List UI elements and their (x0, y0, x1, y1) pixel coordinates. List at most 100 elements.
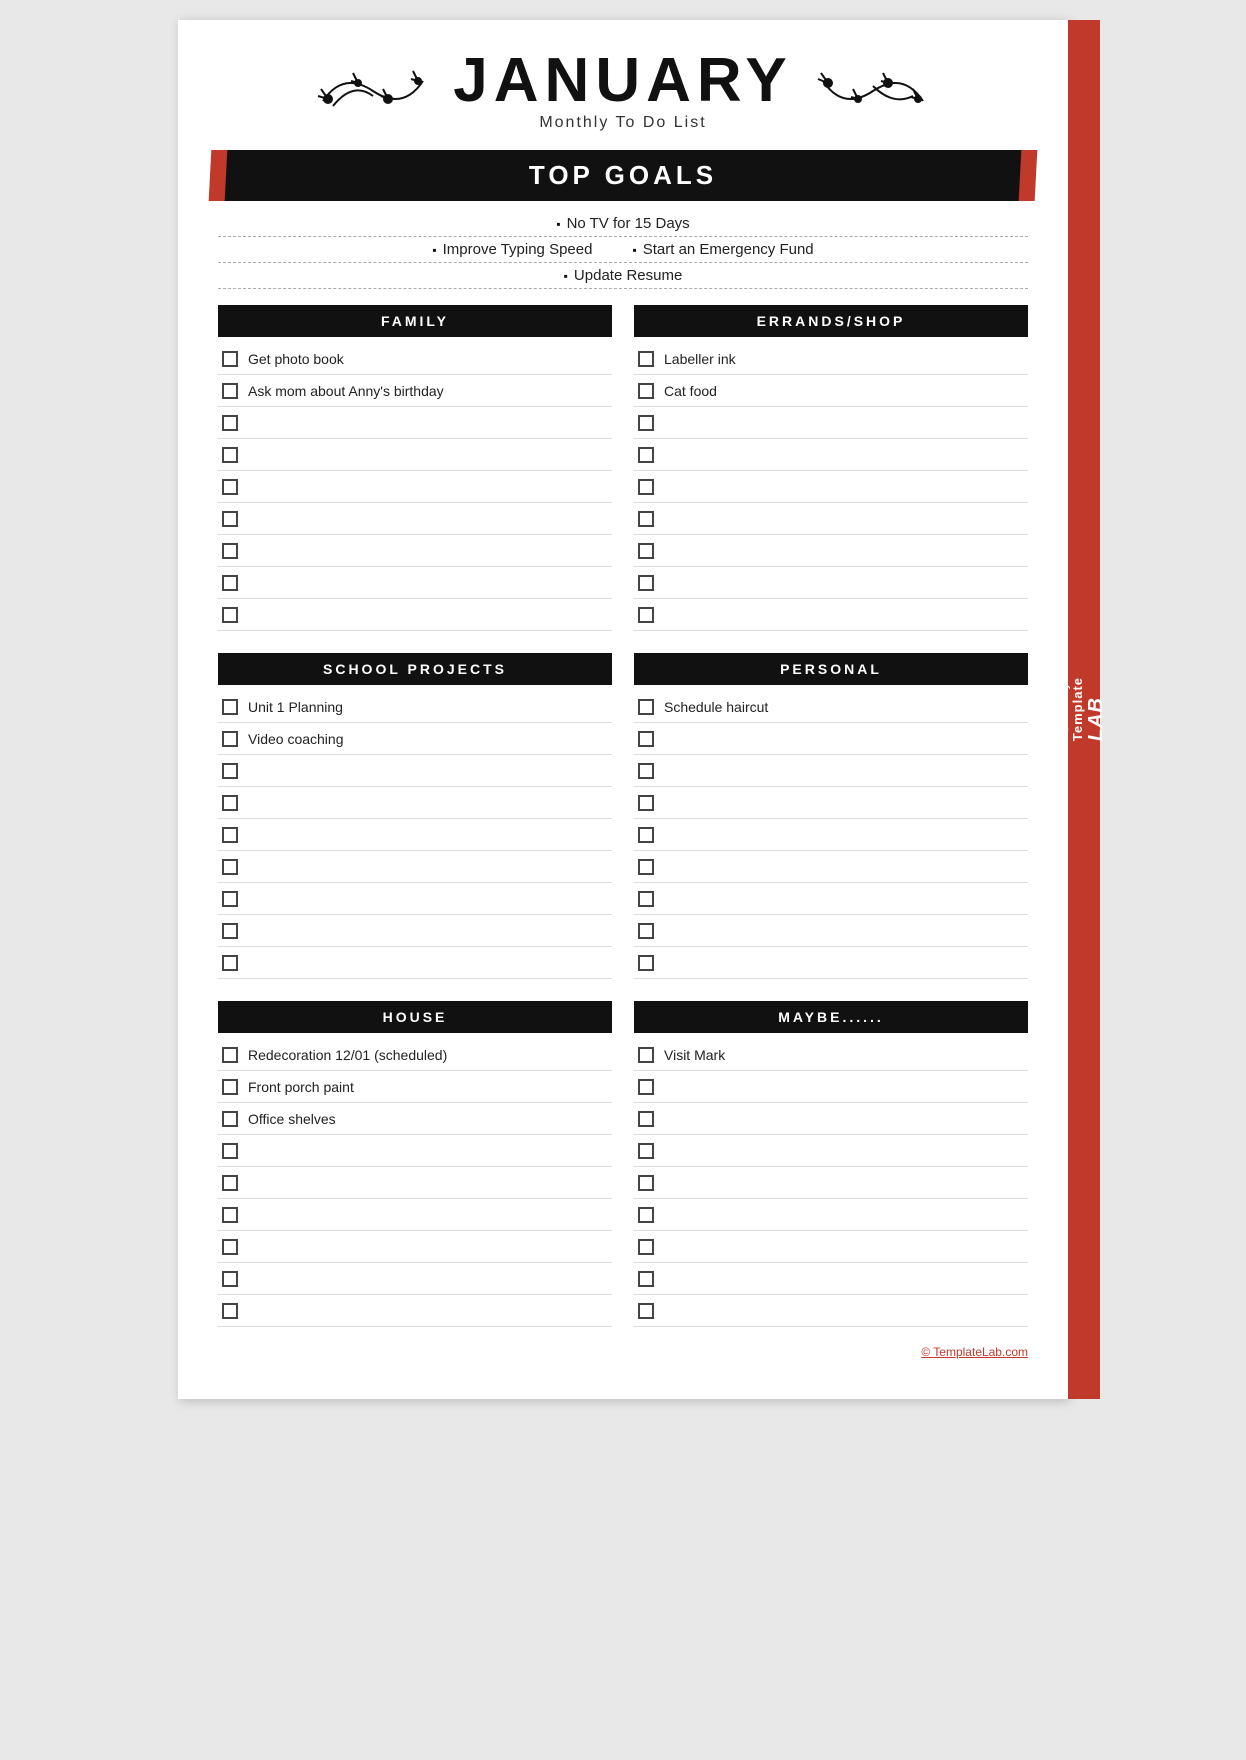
checkbox-icon[interactable] (222, 1079, 238, 1095)
checkbox-icon[interactable] (222, 1239, 238, 1255)
checkbox-icon[interactable] (638, 607, 654, 623)
check-item-label: Cat food (664, 383, 717, 399)
check-item (634, 439, 1028, 471)
check-item (218, 1199, 612, 1231)
checkbox-icon[interactable] (638, 479, 654, 495)
section-3-right: MAYBE...... Visit Mark (634, 1001, 1028, 1327)
checkbox-icon[interactable] (638, 1303, 654, 1319)
checkbox-icon[interactable] (638, 447, 654, 463)
header-deco: JANUARY Monthly To Do List (218, 50, 1028, 132)
checkbox-icon[interactable] (222, 351, 238, 367)
checkbox-icon[interactable] (638, 1271, 654, 1287)
check-item: Get photo book (218, 343, 612, 375)
checkbox-icon[interactable] (638, 891, 654, 907)
check-item (218, 947, 612, 979)
checkbox-icon[interactable] (222, 699, 238, 715)
section-header-personal: PERSONAL (634, 653, 1028, 685)
month-title: JANUARY (453, 50, 792, 112)
checkbox-icon[interactable] (222, 415, 238, 431)
checkbox-icon[interactable] (638, 1047, 654, 1063)
checkbox-icon[interactable] (638, 827, 654, 843)
top-goals-banner: TOP GOALS (218, 150, 1028, 201)
checkbox-icon[interactable] (222, 763, 238, 779)
checkbox-icon[interactable] (222, 383, 238, 399)
check-item (634, 599, 1028, 631)
bullet-icon: ▪ (564, 269, 568, 283)
section-header-errands-shop: ERRANDS/SHOP (634, 305, 1028, 337)
section-2-right: PERSONAL Schedule haircut (634, 653, 1028, 979)
check-item (634, 755, 1028, 787)
checkbox-icon[interactable] (222, 731, 238, 747)
check-item (218, 1135, 612, 1167)
checkbox-icon[interactable] (638, 415, 654, 431)
check-item (218, 819, 612, 851)
checkbox-icon[interactable] (222, 955, 238, 971)
section-header-family: FAMILY (218, 305, 612, 337)
checkbox-icon[interactable] (222, 1303, 238, 1319)
check-item (218, 851, 612, 883)
checkbox-icon[interactable] (222, 1271, 238, 1287)
checkbox-icon[interactable] (222, 891, 238, 907)
checkbox-icon[interactable] (222, 607, 238, 623)
checkbox-icon[interactable] (638, 923, 654, 939)
checkbox-icon[interactable] (222, 543, 238, 559)
checkbox-icon[interactable] (638, 1143, 654, 1159)
check-item (634, 1263, 1028, 1295)
checkbox-icon[interactable] (638, 1111, 654, 1127)
checkbox-icon[interactable] (222, 827, 238, 843)
check-item: Labeller ink (634, 343, 1028, 375)
check-item-label: Schedule haircut (664, 699, 768, 715)
check-item-label: Visit Mark (664, 1047, 725, 1063)
footer[interactable]: © TemplateLab.com (218, 1345, 1028, 1359)
check-item: Video coaching (218, 723, 612, 755)
checkbox-icon[interactable] (222, 1047, 238, 1063)
checkbox-icon[interactable] (638, 511, 654, 527)
checkbox-icon[interactable] (638, 859, 654, 875)
checkbox-icon[interactable] (222, 479, 238, 495)
check-item (218, 883, 612, 915)
checkbox-icon[interactable] (222, 1143, 238, 1159)
check-item (218, 439, 612, 471)
checkbox-icon[interactable] (222, 511, 238, 527)
checkbox-icon[interactable] (222, 1175, 238, 1191)
check-item (218, 471, 612, 503)
checkbox-icon[interactable] (638, 575, 654, 591)
section-2-left: SCHOOL PROJECTSUnit 1 PlanningVideo coac… (218, 653, 612, 979)
checkbox-icon[interactable] (638, 351, 654, 367)
checkbox-icon[interactable] (222, 1111, 238, 1127)
checkbox-icon[interactable] (638, 1079, 654, 1095)
check-item (634, 503, 1028, 535)
checkbox-icon[interactable] (638, 699, 654, 715)
check-item (218, 1263, 612, 1295)
checkbox-icon[interactable] (638, 383, 654, 399)
checkbox-icon[interactable] (222, 575, 238, 591)
checkbox-icon[interactable] (638, 1239, 654, 1255)
checkbox-icon[interactable] (638, 1207, 654, 1223)
goals-list: ▪ No TV for 15 Days ▪ Improve Typing Spe… (218, 211, 1028, 289)
check-item (218, 1167, 612, 1199)
check-item-label: Labeller ink (664, 351, 736, 367)
check-item (634, 723, 1028, 755)
checkbox-icon[interactable] (638, 955, 654, 971)
checkbox-icon[interactable] (638, 795, 654, 811)
checkbox-icon[interactable] (638, 763, 654, 779)
check-item: Visit Mark (634, 1039, 1028, 1071)
side-tab: ©2021 by Template LAB (1068, 20, 1100, 1399)
checkbox-icon[interactable] (222, 859, 238, 875)
section-1-left: FAMILYGet photo bookAsk mom about Anny's… (218, 305, 612, 631)
check-item (218, 787, 612, 819)
checkbox-icon[interactable] (638, 1175, 654, 1191)
check-item (634, 947, 1028, 979)
checkbox-icon[interactable] (638, 731, 654, 747)
checkbox-icon[interactable] (222, 923, 238, 939)
checkbox-icon[interactable] (222, 795, 238, 811)
checkbox-icon[interactable] (222, 447, 238, 463)
section-header-maybe......: MAYBE...... (634, 1001, 1028, 1033)
check-item: Cat food (634, 375, 1028, 407)
section-1-right: ERRANDS/SHOP Labeller ink Cat food (634, 305, 1028, 631)
checkbox-icon[interactable] (222, 1207, 238, 1223)
check-item (634, 851, 1028, 883)
check-item (634, 1103, 1028, 1135)
check-item-label: Redecoration 12/01 (scheduled) (248, 1047, 447, 1063)
checkbox-icon[interactable] (638, 543, 654, 559)
